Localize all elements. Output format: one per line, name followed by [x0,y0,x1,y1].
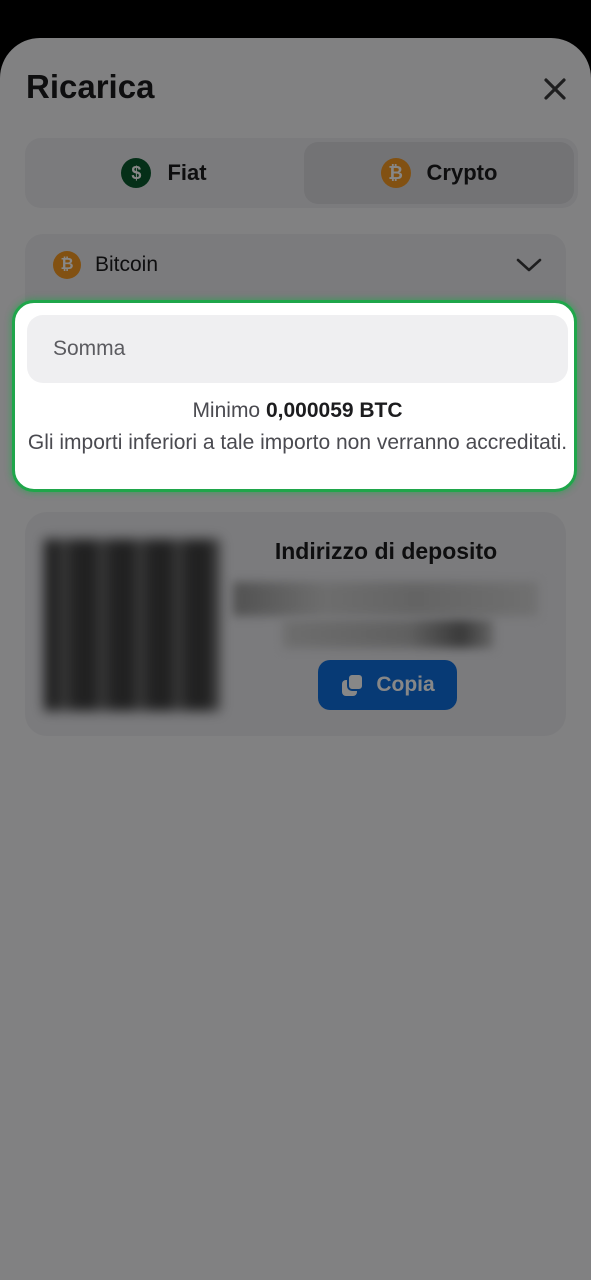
minimum-label: Minimo [192,399,261,422]
minimum-amount-note: Minimo 0,000059 BTC Gli importi inferior… [25,395,570,459]
amount-input[interactable] [27,315,568,383]
amount-highlight-card: Minimo 0,000059 BTC Gli importi inferior… [12,300,577,492]
dim-overlay [0,0,591,1280]
minimum-warning: Gli importi inferiori a tale importo non… [27,431,568,454]
minimum-value: 0,000059 BTC [265,399,403,422]
